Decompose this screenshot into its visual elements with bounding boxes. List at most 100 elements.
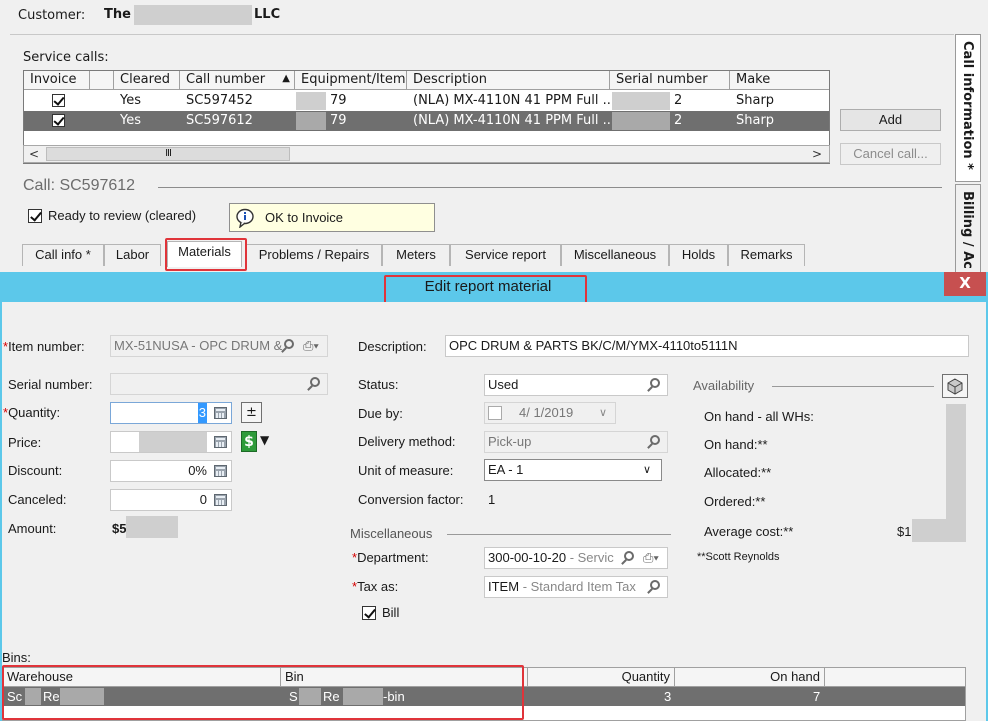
canceled-field[interactable]: 0 [110,489,232,511]
search-icon[interactable] [650,378,660,388]
chevron-down-icon[interactable]: ∨ [599,403,607,423]
side-tab-billing[interactable]: Billing / Ac [955,184,981,274]
due-by-label: Due by: [358,406,403,421]
conversion-factor-label: Conversion factor: [358,492,464,507]
amount-value: $5 [112,521,127,536]
tab-holds[interactable]: Holds [669,244,728,266]
calculator-icon[interactable] [214,465,227,477]
plus-minus-icon[interactable]: ± [241,402,262,423]
status-label: Status: [358,377,399,392]
side-tab-call-information[interactable]: Call information * [955,34,981,182]
serial-number-field[interactable] [110,373,328,395]
redacted-average-cost [912,519,966,542]
col-call-number[interactable]: Call number ▲ [180,71,295,90]
chevron-down-icon: ▼ [260,433,270,447]
redacted-amount [126,516,178,538]
highlight-materials-tab [165,238,247,271]
scroll-thumb[interactable]: III [46,147,290,161]
info-bubble-icon [236,208,254,228]
highlight-bins-row [2,665,524,720]
delivery-method-field[interactable]: Pick-up [484,431,668,453]
cancel-call-button[interactable]: Cancel call... [840,143,941,165]
tab-remarks[interactable]: Remarks [728,244,805,266]
box-icon [947,378,963,395]
bill-checkbox[interactable] [362,606,376,620]
tab-service-report[interactable]: Service report [450,244,561,266]
dollar-icon: $ [241,431,257,452]
col-equipment[interactable]: Equipment/Item [295,71,407,90]
redacted-serial [612,92,670,110]
availability-footnote: **Scott Reynolds [697,551,780,563]
search-icon[interactable] [624,551,634,561]
col-make[interactable]: Make [730,71,830,90]
tab-miscellaneous[interactable]: Miscellaneous [561,244,669,266]
availability-button[interactable] [942,374,968,398]
col-on-hand[interactable]: On hand [675,668,825,687]
scroll-left-icon[interactable]: < [24,146,44,162]
browse-dropdown-icon[interactable]: ⎙▾ [643,548,659,568]
serial-number-label: Serial number: [8,377,93,392]
redacted-equipment [296,112,326,130]
redacted-serial [612,112,670,130]
divider [447,534,671,535]
col-blank [90,71,114,90]
calculator-icon[interactable] [214,407,227,419]
col-cleared[interactable]: Cleared [114,71,180,90]
serial-cell: 2 [674,93,683,108]
col-description[interactable]: Description [407,71,610,90]
conversion-factor-value: 1 [488,492,496,507]
due-by-checkbox[interactable] [488,406,502,420]
horizontal-scrollbar[interactable]: < III > [23,145,830,163]
uom-select[interactable]: EA - 1 ∨ [484,459,662,481]
on-hand-all-whs-label: On hand - all WHs: [704,409,814,424]
sort-asc-icon: ▲ [282,73,290,84]
average-cost-label: Average cost:** [704,524,794,539]
currency-dropdown[interactable]: $ ▼ [241,431,277,453]
bins-label: Bins: [2,650,31,665]
redacted-equipment [296,92,326,110]
invoice-checkbox[interactable] [52,94,65,107]
make-cell: Sharp [736,113,775,128]
col-serial[interactable]: Serial number [610,71,730,90]
service-calls-label: Service calls: [23,50,109,65]
item-number-field[interactable]: MX-51NUSA - OPC DRUM & ⎙▾ [110,335,328,357]
ready-to-review-checkbox[interactable] [28,209,42,223]
add-button[interactable]: Add [840,109,941,131]
customer-name-start: The [104,7,131,22]
tax-as-field[interactable]: ITEM - Standard Item Tax [484,576,668,598]
tab-call-info[interactable]: Call info * [22,244,104,266]
description-field[interactable]: OPC DRUM & PARTS BK/C/M/YMX-4110to5111N [445,335,969,357]
cleared-cell: Yes [120,93,141,108]
on-hand-label: On hand:** [704,437,768,452]
tab-meters[interactable]: Meters [382,244,450,266]
bill-label: Bill [382,605,400,620]
invoice-checkbox[interactable] [52,114,65,127]
calculator-icon[interactable] [214,494,227,506]
search-icon[interactable] [650,435,660,445]
quantity-field[interactable]: 3 [110,402,232,424]
col-quantity[interactable]: Quantity [528,668,675,687]
search-icon[interactable] [650,580,660,590]
item-number-label: *Item number: [3,339,85,354]
tab-labor[interactable]: Labor [104,244,161,266]
table-row-selected[interactable]: Yes SC597612 79 (NLA) MX-4110N 41 PPM Fu… [24,111,829,131]
close-button[interactable]: X [944,272,986,296]
tab-problems-repairs[interactable]: Problems / Repairs [246,244,382,266]
price-label: Price: [8,435,42,450]
search-icon[interactable] [284,339,294,349]
due-by-field[interactable]: 4/ 1/2019 ∨ [484,402,616,424]
calculator-icon[interactable] [214,436,227,448]
table-row[interactable]: Yes SC597452 79 (NLA) MX-4110N 41 PPM Fu… [24,91,829,111]
description-label: Description: [358,339,427,354]
search-icon[interactable] [310,377,320,387]
miscellaneous-section-label: Miscellaneous [350,526,433,541]
browse-dropdown-icon[interactable]: ⎙▾ [303,336,319,356]
price-field[interactable] [110,431,232,453]
department-label: *Department: [352,550,429,565]
equipment-cell: 79 [330,113,347,128]
discount-field[interactable]: 0% [110,460,232,482]
scroll-right-icon[interactable]: > [807,146,827,162]
status-field[interactable]: Used [484,374,668,396]
col-invoice[interactable]: Invoice [24,71,90,90]
department-field[interactable]: 300-00-10-20 - Servic ⎙▾ [484,547,668,569]
